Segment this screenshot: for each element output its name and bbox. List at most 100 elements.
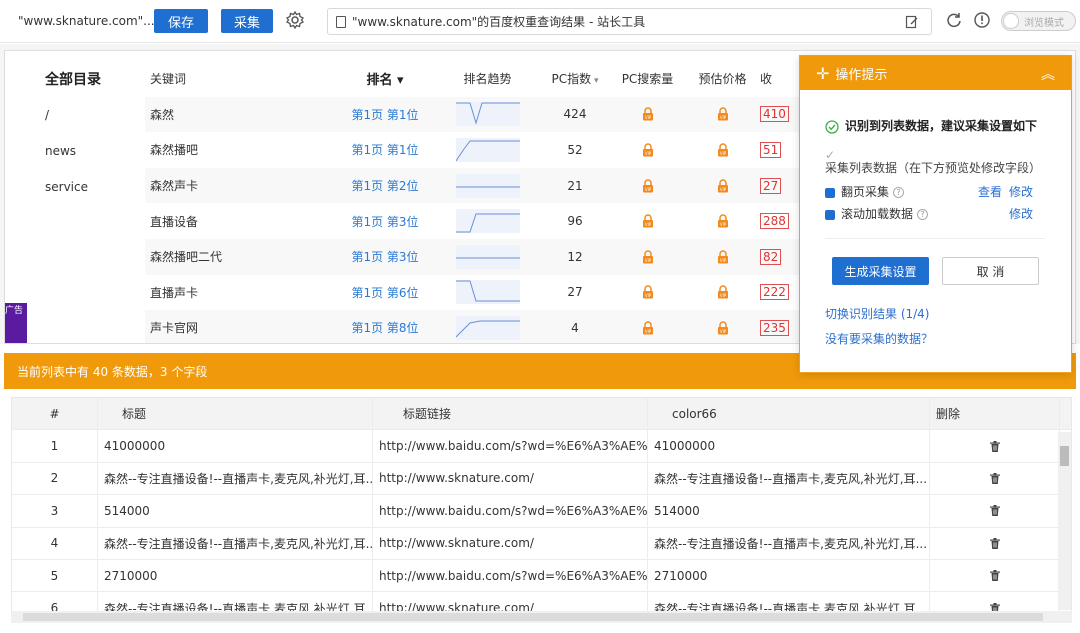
title-cell[interactable]: 森然--专注直播设备!--直播声卡,麦克风,补光灯,耳... — [98, 462, 373, 495]
catalog-item[interactable]: / — [45, 97, 135, 133]
lock-vip-icon[interactable]: VIP — [610, 143, 685, 157]
horizontal-scrollbar[interactable] — [11, 611, 1072, 623]
header-rank-label: 排名 — [366, 73, 393, 89]
collect-button[interactable]: 采集 — [221, 9, 273, 33]
trend-sparkline — [435, 102, 540, 127]
link-cell[interactable]: http://www.sknature.com/ — [373, 592, 648, 611]
paging-view-link[interactable]: 查看 — [978, 183, 1002, 200]
site-tab-label[interactable]: "www.sknature.com"... — [18, 14, 155, 28]
lock-vip-icon[interactable]: VIP — [610, 178, 685, 193]
color-cell[interactable]: 514000 — [648, 495, 930, 527]
browse-mode-toggle[interactable]: 浏览模式 — [1001, 11, 1076, 31]
trash-icon[interactable] — [989, 472, 1000, 484]
edit-page-icon[interactable] — [905, 15, 919, 29]
trash-icon[interactable] — [989, 440, 1000, 452]
lock-vip-icon[interactable]: VIP — [685, 250, 760, 264]
link-cell[interactable]: http://www.baidu.com/s?wd=%E6%A3%AE%E7%.… — [373, 495, 648, 527]
ad-badge[interactable]: 广告 — [5, 303, 27, 343]
svg-text:VIP: VIP — [719, 329, 726, 334]
trash-icon[interactable] — [989, 505, 1000, 517]
svg-text:VIP: VIP — [644, 151, 651, 156]
lock-vip-icon[interactable]: VIP — [610, 250, 685, 264]
color-cell[interactable]: 森然--专注直播设备!--直播声卡,麦克风,补光灯,耳... — [648, 527, 930, 559]
cancel-button[interactable]: 取 消 — [942, 257, 1039, 285]
gear-icon[interactable] — [285, 10, 305, 30]
collapse-icon[interactable]: ︽ — [1041, 64, 1055, 84]
lock-vip-icon[interactable]: VIP — [685, 178, 760, 193]
lock-vip-icon[interactable]: VIP — [610, 214, 685, 228]
title-cell[interactable]: 2710000 — [98, 559, 373, 592]
link-cell[interactable]: http://www.sknature.com/ — [373, 527, 648, 559]
no-data-link[interactable]: 没有要采集的数据？ — [825, 330, 933, 347]
rank-link[interactable]: 第1页 第1位 — [335, 141, 435, 158]
lock-vip-icon[interactable]: VIP — [685, 285, 760, 299]
lock-vip-icon[interactable]: VIP — [610, 321, 685, 335]
rank-link[interactable]: 第1页 第6位 — [335, 284, 435, 301]
color-cell[interactable]: 森然--专注直播设备!--直播声卡,麦克风,补光灯,耳... — [648, 462, 930, 495]
lock-icon: VIP — [717, 143, 728, 157]
paging-checkbox[interactable] — [825, 187, 835, 198]
switch-result-link[interactable]: 切换识别结果 (1/4) — [825, 305, 930, 322]
trash-icon[interactable] — [989, 570, 1000, 582]
help-icon[interactable]: ? — [917, 209, 929, 220]
scroll-load-checkbox[interactable] — [825, 209, 835, 220]
title-cell[interactable]: 514000 — [98, 495, 373, 527]
trash-icon[interactable] — [989, 537, 1000, 549]
trend-chart — [455, 137, 520, 162]
catalog-item[interactable]: service — [45, 169, 135, 205]
trend-chart — [455, 209, 520, 234]
move-icon[interactable]: ✛ — [816, 64, 829, 83]
address-text: "www.sknature.com"的百度权重查询结果 - 站长工具 — [352, 15, 646, 29]
address-bar[interactable]: "www.sknature.com"的百度权重查询结果 - 站长工具 — [327, 8, 932, 35]
rank-link[interactable]: 第1页 第2位 — [335, 177, 435, 194]
lock-icon: VIP — [717, 321, 728, 335]
header-color66[interactable]: color66 — [648, 398, 930, 430]
svg-text:VIP: VIP — [644, 115, 651, 120]
help-icon[interactable]: ? — [893, 187, 905, 198]
table-row: 1 41000000 http://www.baidu.com/s?wd=%E6… — [12, 430, 1071, 463]
svg-text:VIP: VIP — [719, 293, 726, 298]
link-cell[interactable]: http://www.sknature.com/ — [373, 462, 648, 495]
lock-vip-icon[interactable]: VIP — [685, 107, 760, 121]
info-icon[interactable] — [973, 11, 991, 29]
header-keyword: 关键词 — [150, 72, 187, 87]
lock-vip-icon[interactable]: VIP — [685, 321, 760, 335]
link-cell[interactable]: http://www.baidu.com/s?wd=%E6%A3%AE%E7%.… — [373, 430, 648, 462]
scrollbar-thumb[interactable] — [1060, 446, 1069, 466]
header-title[interactable]: 标题 — [98, 398, 373, 430]
color-cell[interactable]: 41000000 — [648, 430, 930, 462]
paging-edit-link[interactable]: 修改 — [1009, 183, 1033, 200]
lock-vip-icon[interactable]: VIP — [610, 107, 685, 121]
color-cell[interactable]: 森然--专注直播设备!--直播声卡,麦克风,补光灯,耳... — [648, 592, 930, 611]
title-cell[interactable]: 41000000 — [98, 430, 373, 462]
lock-vip-icon[interactable]: VIP — [685, 214, 760, 228]
table-row: 3 514000 http://www.baidu.com/s?wd=%E6%A… — [12, 495, 1071, 528]
delete-cell — [930, 462, 1060, 495]
scrollbar-thumb[interactable] — [23, 613, 1043, 621]
save-button[interactable]: 保存 — [154, 9, 208, 33]
link-cell[interactable]: http://www.baidu.com/s?wd=%E6%A3%AE%E7%.… — [373, 559, 648, 592]
lock-vip-icon[interactable]: VIP — [610, 285, 685, 299]
data-table-header: # 标题 标题链接 color66 删除 — [12, 398, 1071, 431]
title-cell[interactable]: 森然--专注直播设备!--直播声卡,麦克风,补光灯,耳... — [98, 527, 373, 559]
generate-settings-button[interactable]: 生成采集设置 — [832, 257, 929, 285]
color-cell[interactable]: 2710000 — [648, 559, 930, 592]
rank-link[interactable]: 第1页 第1位 — [335, 106, 435, 123]
refresh-icon[interactable] — [945, 11, 963, 29]
title-cell[interactable]: 森然--专注直播设备!--直播声卡,麦克风,补光灯,耳... — [98, 592, 373, 611]
delete-cell — [930, 559, 1060, 592]
pc-index-cell: 96 — [567, 214, 583, 229]
header-rank[interactable]: 排名 ▾ — [335, 69, 435, 88]
rank-link[interactable]: 第1页 第8位 — [335, 319, 435, 336]
vertical-scrollbar[interactable] — [1058, 432, 1071, 610]
scroll-edit-link[interactable]: 修改 — [1009, 205, 1033, 222]
lock-vip-icon[interactable]: VIP — [685, 143, 760, 157]
rank-row: 森然声卡 第1页 第2位 21 VIP VIP 27 — [145, 167, 845, 204]
rank-link[interactable]: 第1页 第3位 — [335, 248, 435, 265]
collect-list-label: 采集列表数据（在下方预览处修改字段） — [825, 161, 1042, 175]
header-pc-index[interactable]: PC指数 ▾ — [540, 70, 610, 87]
lock-icon: VIP — [717, 214, 728, 228]
catalog-item[interactable]: news — [45, 133, 135, 169]
header-title-link[interactable]: 标题链接 — [373, 398, 648, 430]
rank-link[interactable]: 第1页 第3位 — [335, 213, 435, 230]
